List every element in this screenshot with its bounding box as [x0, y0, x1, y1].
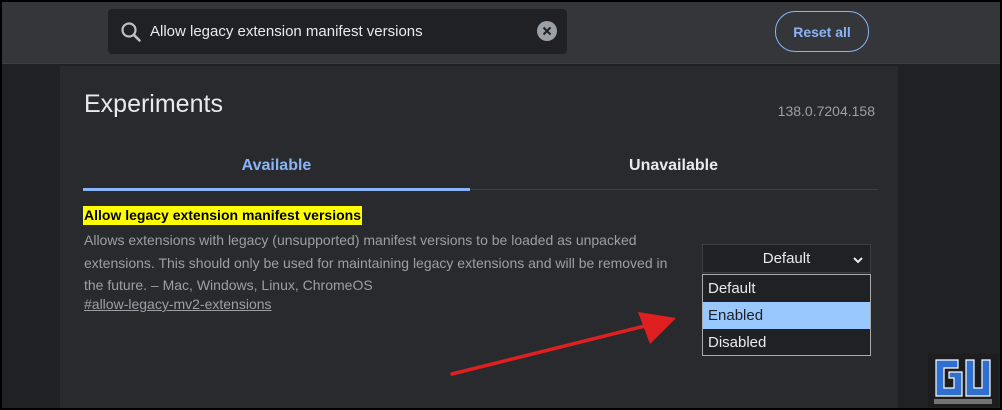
chevron-down-icon — [852, 253, 864, 265]
search-input[interactable] — [150, 23, 520, 40]
experiment-link[interactable]: #allow-legacy-mv2-extensions — [84, 296, 272, 312]
version-label: 138.0.7204.158 — [777, 103, 875, 119]
experiment-description: Allows extensions with legacy (unsupport… — [84, 232, 668, 293]
tab-bar: Available Unavailable — [83, 142, 877, 191]
select-value: Default — [762, 250, 811, 267]
option-disabled[interactable]: Disabled — [703, 329, 870, 356]
experiment-name: Allow legacy extension manifest versions — [83, 206, 362, 225]
annotation-arrow-icon — [450, 312, 676, 376]
select-dropdown: Default Enabled Disabled — [702, 274, 871, 356]
reset-all-button[interactable]: Reset all — [775, 11, 869, 52]
option-default[interactable]: Default — [703, 275, 870, 302]
search-box[interactable] — [108, 9, 567, 54]
clear-icon[interactable] — [537, 21, 557, 41]
experiment-select[interactable]: Default — [702, 244, 871, 273]
tab-unavailable[interactable]: Unavailable — [470, 142, 877, 190]
page-title: Experiments — [84, 90, 223, 118]
search-icon — [120, 21, 142, 43]
option-enabled[interactable]: Enabled — [703, 302, 870, 329]
watermark-logo-icon — [928, 354, 998, 407]
top-toolbar: Reset all — [0, 0, 1002, 64]
tab-available[interactable]: Available — [83, 142, 470, 191]
